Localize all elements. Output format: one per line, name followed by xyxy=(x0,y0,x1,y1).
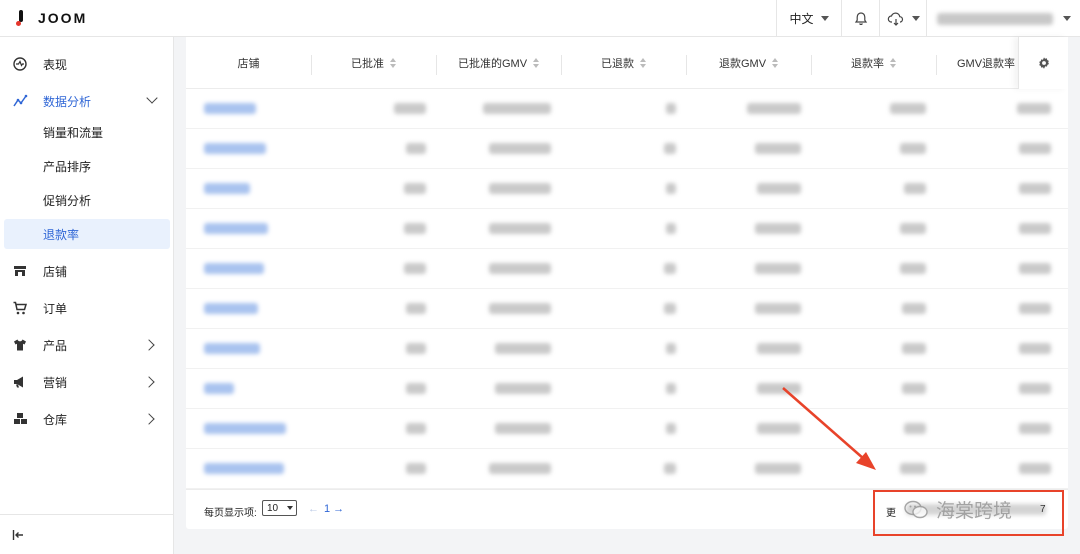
watermark: 海棠跨境 xyxy=(904,496,1012,523)
wechat-icon xyxy=(904,500,928,518)
watermark-text: 海棠跨境 xyxy=(936,500,1013,522)
red-arrow-annotation xyxy=(782,387,876,470)
